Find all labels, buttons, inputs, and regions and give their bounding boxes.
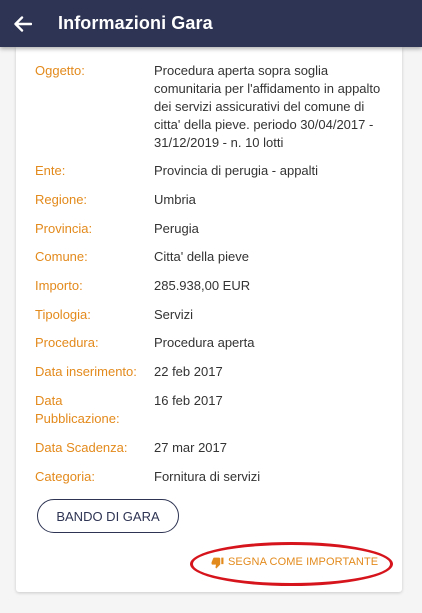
value-provincia: Perugia bbox=[154, 221, 199, 236]
detail-row-tipologia: Tipologia: Servizi bbox=[35, 306, 385, 324]
page-title: Informazioni Gara bbox=[58, 13, 213, 33]
detail-row-regione: Regione: Umbria bbox=[35, 191, 385, 209]
label-data-inserimento: Data inserimento: bbox=[35, 364, 137, 379]
bando-di-gara-button[interactable]: BANDO DI GARA bbox=[37, 499, 179, 533]
label-categoria: Categoria: bbox=[35, 469, 95, 484]
label-procedura: Procedura: bbox=[35, 335, 99, 350]
detail-row-provincia: Provincia: Perugia bbox=[35, 220, 385, 238]
detail-row-importo: Importo: 285.938,00 EUR bbox=[35, 277, 385, 295]
label-oggetto: Oggetto: bbox=[35, 63, 85, 78]
value-oggetto: Procedura aperta sopra soglia comunitari… bbox=[154, 63, 381, 150]
back-button[interactable] bbox=[0, 0, 46, 47]
value-procedura: Procedura aperta bbox=[154, 335, 255, 350]
label-ente: Ente: bbox=[35, 163, 66, 178]
value-ente: Provincia di perugia - appalti bbox=[154, 163, 319, 178]
detail-row-procedura: Procedura: Procedura aperta bbox=[35, 334, 385, 352]
label-tipologia: Tipologia: bbox=[35, 307, 91, 322]
value-regione: Umbria bbox=[154, 192, 196, 207]
label-data-pubblicazione: Data Pubblicazione: bbox=[35, 393, 120, 426]
arrow-left-icon bbox=[14, 15, 32, 32]
segna-come-importante-label: SEGNA COME IMPORTANTE bbox=[228, 556, 379, 568]
label-regione: Regione: bbox=[35, 192, 88, 207]
detail-row-oggetto: Oggetto: Procedura aperta sopra soglia c… bbox=[35, 62, 385, 154]
label-comune: Comune: bbox=[35, 249, 88, 264]
value-data-pubblicazione: 16 feb 2017 bbox=[154, 393, 223, 408]
detail-row-categoria: Categoria: Fornitura di servizi bbox=[35, 468, 385, 486]
value-tipologia: Servizi bbox=[154, 307, 194, 322]
thumbs-down-icon bbox=[211, 557, 224, 568]
app-bar: Informazioni Gara bbox=[0, 0, 422, 47]
detail-row-ente: Ente: Provincia di perugia - appalti bbox=[35, 162, 385, 180]
segna-come-importante-button[interactable]: SEGNA COME IMPORTANTE bbox=[211, 554, 378, 570]
label-provincia: Provincia: bbox=[35, 221, 93, 236]
detail-row-data-pubblicazione: Data Pubblicazione: 16 feb 2017 bbox=[35, 392, 385, 428]
label-data-scadenza: Data Scadenza: bbox=[35, 440, 128, 455]
value-comune: Citta' della pieve bbox=[154, 249, 249, 264]
value-categoria: Fornitura di servizi bbox=[154, 469, 261, 484]
gara-details-card: Oggetto: Procedura aperta sopra soglia c… bbox=[16, 47, 402, 592]
detail-row-comune: Comune: Citta' della pieve bbox=[35, 248, 385, 266]
detail-row-data-scadenza: Data Scadenza: 27 mar 2017 bbox=[35, 439, 385, 457]
value-data-scadenza: 27 mar 2017 bbox=[154, 440, 227, 455]
value-importo: 285.938,00 EUR bbox=[154, 278, 251, 293]
value-data-inserimento: 22 feb 2017 bbox=[154, 364, 223, 379]
detail-row-data-inserimento: Data inserimento: 22 feb 2017 bbox=[35, 363, 385, 381]
label-importo: Importo: bbox=[35, 278, 83, 293]
